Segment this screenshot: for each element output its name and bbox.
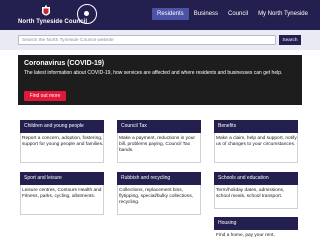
nav-my-north-tyneside[interactable]: My North Tyneside [253,8,313,20]
card-title-council-tax[interactable]: Council Tax [117,120,201,133]
council-logo[interactable]: North Tyneside Council [18,5,87,27]
nav-business[interactable]: Business [189,8,223,20]
card-title-schools[interactable]: Schools and education [214,172,298,185]
card-desc-schools: Term/holiday dates, admissions, school m… [216,188,285,199]
ring-emblem-icon [77,4,97,24]
nav-council[interactable]: Council [223,8,253,20]
card-desc-sport: Leisure centres, Contours Health and Fit… [22,188,102,199]
covid-banner: Coronavirus (COVID-19) The latest inform… [18,55,302,105]
council-crest-icon [42,5,50,16]
card-desc-children: Report a concern, adoption, fostering, s… [22,136,104,147]
search-input[interactable] [18,35,276,45]
covid-text: The latest information about COVID-19, h… [24,70,283,76]
card-desc-benefits: Make a claim, help and support, notify u… [216,136,297,147]
nav-residents[interactable]: Residents [152,8,189,20]
card-title-rubbish[interactable]: Rubbish and recycling [117,172,201,185]
card-title-sport[interactable]: Sport and leisure [20,172,104,185]
card-title-children[interactable]: Children and young people [20,120,104,133]
main-nav: Residents Business Council My North Tyne… [152,8,313,20]
card-desc-rubbish: Collections, replacement bins, flytippin… [119,188,194,205]
covid-title: Coronavirus (COVID-19) [24,60,105,67]
card-desc-council-tax: Make a payment, reductions in your bill,… [119,136,195,153]
card-title-benefits[interactable]: Benefits [214,120,298,133]
card-title-housing[interactable]: Housing [214,217,298,230]
logo-text: North Tyneside Council [18,19,88,25]
site-header: North Tyneside Council Residents Busines… [0,0,320,30]
card-desc-housing: Find a home, pay your rent, [216,233,275,238]
find-out-more-button[interactable]: Find out more [24,91,66,101]
search-button[interactable]: Search [279,35,301,45]
